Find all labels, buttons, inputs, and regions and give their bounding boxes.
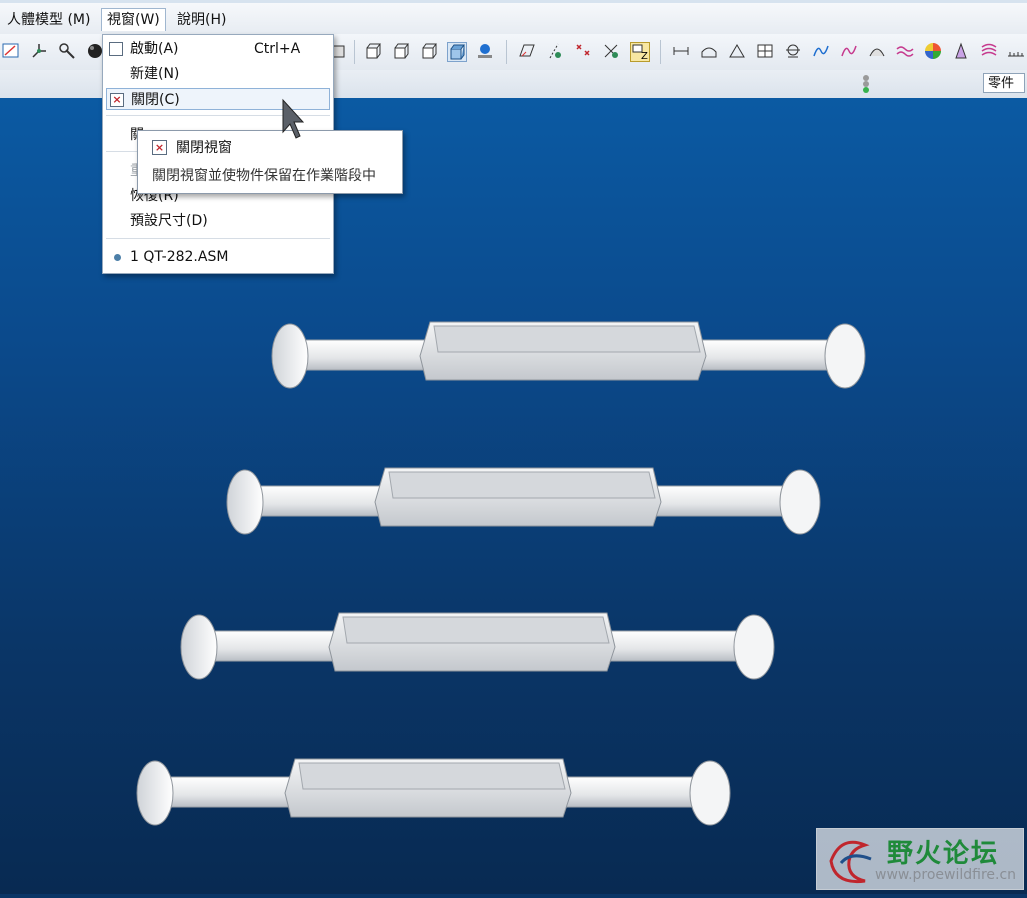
triangle-icon[interactable] (728, 42, 746, 60)
csys-icon[interactable] (602, 42, 620, 60)
section-icon[interactable] (784, 42, 802, 60)
sketch-icon[interactable] (2, 42, 20, 60)
plane-icon[interactable] (518, 42, 536, 60)
menu-item-label: 新建(N) (130, 66, 180, 82)
blue-sphere-icon[interactable] (476, 42, 494, 60)
part-3[interactable] (180, 612, 775, 680)
datum-axis-icon[interactable] (30, 42, 48, 60)
close-window-tooltip: × 關閉視窗 關閉視窗並使物件保留在作業階段中 (137, 130, 403, 194)
part-1[interactable] (271, 321, 866, 389)
point-icon[interactable] (574, 42, 592, 60)
curve-eye-icon[interactable] (840, 42, 858, 60)
box-view-3-icon[interactable] (392, 42, 410, 60)
menu-item-label: 預設尺寸(D) (130, 213, 208, 229)
checkbox-icon (109, 42, 123, 56)
menu-item-activate[interactable]: 啟動(A) Ctrl+A (106, 38, 330, 60)
watermark-title: 野火论坛 (887, 839, 1000, 869)
layers-icon[interactable] (980, 42, 998, 60)
close-icon: × (110, 93, 124, 107)
menu-human-model[interactable]: 人體模型 (M) (2, 9, 95, 31)
measure-length-icon[interactable] (672, 42, 690, 60)
color-pie-icon[interactable] (924, 42, 942, 60)
menu-bar: 人體模型 (M) 視窗(W) 說明(H) (0, 0, 1027, 34)
menu-item-label: 啟動(A) (130, 41, 179, 57)
menu-item-new[interactable]: 新建(N) (106, 63, 330, 85)
box-view-4-icon[interactable] (420, 42, 438, 60)
tooltip-description: 關閉視窗並使物件保留在作業階段中 (152, 168, 376, 184)
watermark-url: www.proewildfire.cn (875, 867, 1017, 883)
svg-text:Z: Z (641, 51, 648, 61)
surface-icon[interactable] (868, 42, 886, 60)
menu-item-shortcut: Ctrl+A (254, 41, 301, 57)
shaded-box-icon[interactable] (447, 42, 467, 62)
measure-area-icon[interactable] (700, 42, 718, 60)
table-icon[interactable] (756, 42, 774, 60)
active-window-dot-icon (114, 254, 121, 261)
selection-filter-select[interactable]: 零件 (983, 73, 1025, 93)
part-2[interactable] (226, 467, 821, 535)
menu-item-default-size[interactable]: 預設尺寸(D) (106, 210, 330, 232)
wrench-icon[interactable] (58, 42, 76, 60)
tooltip-title: 關閉視窗 (176, 140, 232, 156)
forum-watermark: 野火论坛 www.proewildfire.cn (816, 828, 1024, 890)
z-orient-icon[interactable]: Z (630, 42, 650, 62)
datum-axis-eye-icon[interactable] (546, 42, 564, 60)
wave-icon[interactable] (896, 42, 914, 60)
mouse-cursor-icon (280, 98, 305, 140)
traffic-light-icon (860, 74, 872, 94)
menu-help[interactable]: 說明(H) (172, 9, 231, 31)
ruler-icon[interactable] (1006, 42, 1024, 60)
menu-window[interactable]: 視窗(W) (101, 8, 166, 31)
part-4[interactable] (136, 758, 731, 826)
menu-item-label: 關閉(C) (131, 92, 180, 108)
box-view-2-icon[interactable] (364, 42, 382, 60)
watermark-logo-icon (829, 840, 872, 884)
menu-item-label: 1 QT-282.ASM (130, 249, 229, 265)
curve-icon[interactable] (812, 42, 830, 60)
menu-item-window-1[interactable]: 1 QT-282.ASM (106, 246, 330, 268)
close-icon: × (152, 140, 167, 155)
draft-icon[interactable] (952, 42, 970, 60)
